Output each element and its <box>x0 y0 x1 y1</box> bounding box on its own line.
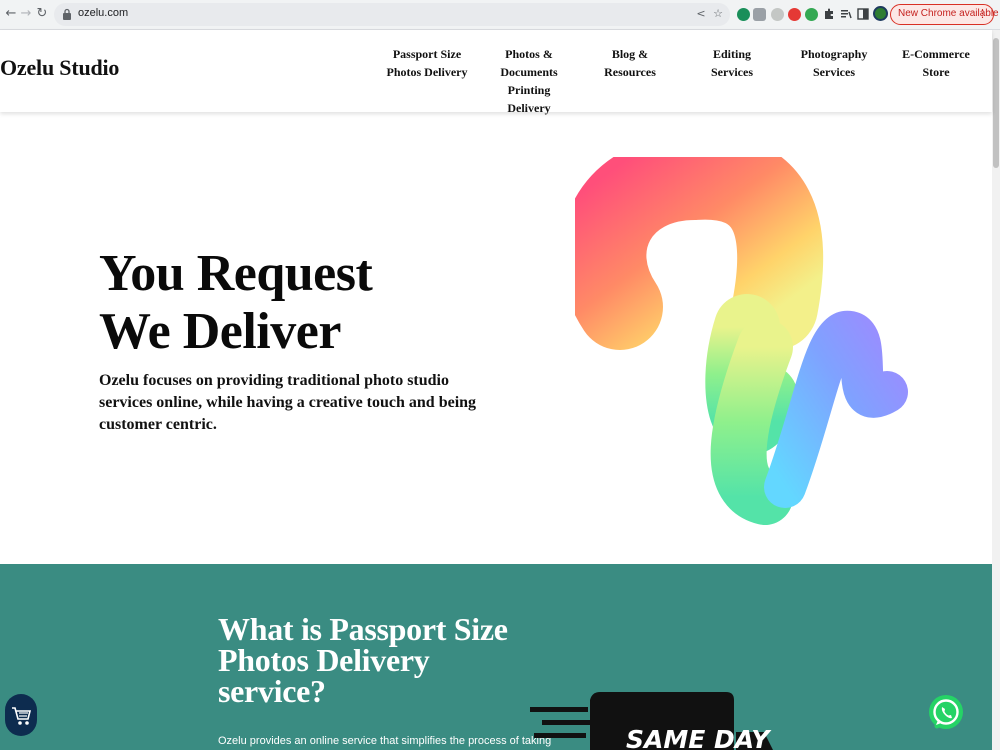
url-text: ozelu.com <box>78 7 129 19</box>
hero-title-line-2: We Deliver <box>99 303 341 360</box>
more-menu-icon: ⋮ <box>977 7 988 20</box>
globe-extension-icon[interactable] <box>771 8 784 21</box>
nav-photography-services[interactable]: Photography Services <box>784 45 884 81</box>
profile-avatar[interactable] <box>873 6 888 21</box>
extension-icon[interactable] <box>737 8 750 21</box>
nav-blog-resources[interactable]: Blog & Resources <box>580 45 680 81</box>
lock-icon <box>63 8 71 20</box>
site-header: Ozelu Studio Passport Size Photos Delive… <box>0 30 992 115</box>
adblock-extension-icon[interactable] <box>788 8 801 21</box>
chrome-update-button[interactable]: New Chrome available ⋮ <box>890 4 999 25</box>
hero-section: You Request We Deliver Ozelu focuses on … <box>0 112 992 564</box>
reading-list-icon[interactable] <box>840 8 852 20</box>
camera-extension-icon[interactable] <box>753 8 766 21</box>
nav-passport-photos[interactable]: Passport Size Photos Delivery <box>377 45 477 81</box>
grammar-extension-icon[interactable] <box>805 8 818 21</box>
section-title: What is Passport Size Photos Delivery se… <box>218 611 508 709</box>
shopping-cart-icon <box>12 707 32 725</box>
gradient-ribbon-graphic <box>575 157 908 525</box>
page-scrollbar[interactable] <box>992 30 1000 750</box>
back-arrow-icon[interactable]: ← <box>3 6 19 22</box>
service-intro-section: What is Passport Size Photos Delivery se… <box>0 564 992 750</box>
hero-title-line-1: You Request <box>99 245 373 302</box>
hero-title: You Request We Deliver <box>99 245 373 361</box>
side-panel-icon[interactable] <box>857 8 869 20</box>
browser-toolbar: ← → ↻ ozelu.com < ☆ New Chrome available… <box>0 0 1000 30</box>
section-text: Ozelu provides an online service that si… <box>218 735 552 747</box>
same-day-badge-text: SAME DAY <box>626 725 772 750</box>
scrollbar-thumb[interactable] <box>993 38 999 168</box>
cart-button[interactable] <box>5 694 37 736</box>
hero-description: Ozelu focuses on providing traditional p… <box>99 372 477 433</box>
nav-photos-documents-printing[interactable]: Photos & Documents Printing Delivery <box>479 45 579 117</box>
share-icon[interactable]: < <box>694 7 708 21</box>
site-logo[interactable]: Ozelu Studio <box>0 55 119 81</box>
whatsapp-icon[interactable] <box>928 693 964 735</box>
same-day-delivery-truck-graphic: SAME DAY <box>530 692 773 750</box>
nav-editing-services[interactable]: Editing Services <box>682 45 782 81</box>
puzzle-extensions-icon[interactable] <box>823 8 835 20</box>
nav-ecommerce-store[interactable]: E-Commerce Store <box>886 45 986 81</box>
forward-arrow-icon[interactable]: → <box>18 6 34 22</box>
address-bar[interactable]: ozelu.com < ☆ <box>54 3 730 26</box>
reload-icon[interactable]: ↻ <box>34 6 50 22</box>
bookmark-star-icon[interactable]: ☆ <box>711 7 725 21</box>
